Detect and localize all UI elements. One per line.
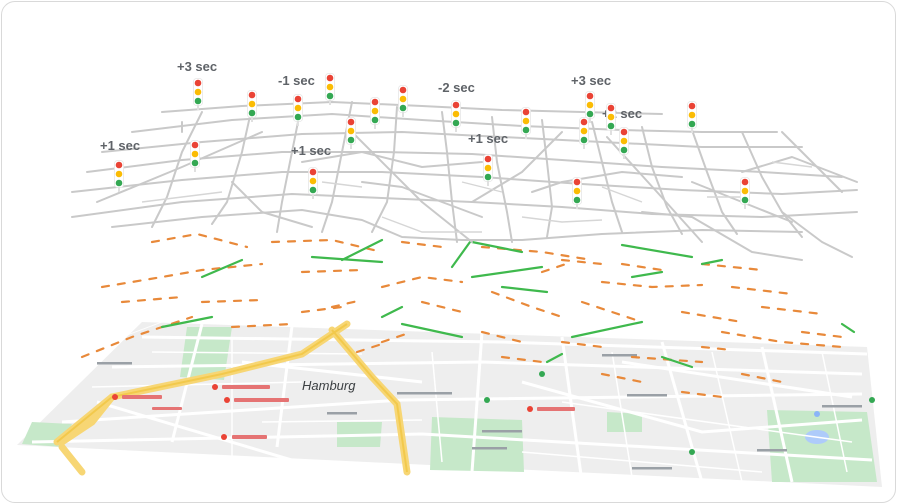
yellow-light [347,127,355,135]
yellow-light [371,107,379,115]
city-label: Hamburg [302,378,356,393]
red-light [191,141,199,149]
red-light [607,104,615,112]
yellow-light [522,117,530,125]
traffic-light-icon [572,177,582,209]
green-light [586,110,594,118]
green-light [347,136,355,144]
red-light [194,79,202,87]
yellow-light [115,170,123,178]
red-light [688,102,696,110]
traffic-light-icon [740,177,750,209]
red-light [586,92,594,100]
timing-label: +1 sec [100,138,140,153]
green-light [309,186,317,194]
red-light [326,74,334,82]
traffic-light-icon [346,117,356,149]
yellow-light [586,101,594,109]
traffic-light-icon [483,154,493,186]
yellow-light [399,95,407,103]
green-light [326,92,334,100]
timing-label: -2 sec [438,80,475,95]
yellow-light [294,104,302,112]
traffic-light-icon [247,90,257,122]
red-light [580,118,588,126]
timing-label: +3 sec [571,73,611,88]
yellow-light [309,177,317,185]
green-light [294,113,302,121]
traffic-light-icon [398,85,408,117]
red-light [294,95,302,103]
yellow-light [620,137,628,145]
red-light [371,98,379,106]
yellow-light [688,111,696,119]
yellow-light [484,164,492,172]
red-light [522,108,530,116]
traffic-light-icon [579,117,589,149]
yellow-light [573,187,581,195]
traffic-light-icon [451,100,461,132]
traffic-light-icon [190,140,200,172]
red-light [248,91,256,99]
green-light [580,136,588,144]
red-light [452,101,460,109]
traffic-light-icon [325,73,335,105]
yellow-light [326,83,334,91]
park-area [430,417,524,472]
traffic-light-icon [521,107,531,139]
green-light [688,120,696,128]
red-light [347,118,355,126]
yellow-light [607,113,615,121]
traffic-light-icon [308,167,318,199]
red-light [484,155,492,163]
green-light [115,179,123,187]
traffic-light-icon [370,97,380,129]
timing-label: -1 sec [278,73,315,88]
green-light [248,109,256,117]
red-light [309,168,317,176]
yellow-light [191,150,199,158]
traffic-light-icon [193,78,203,110]
green-light [399,104,407,112]
traffic-light-icon [114,160,124,192]
green-light [573,196,581,204]
red-light [741,178,749,186]
traffic-light-icon [619,127,629,159]
base-map-layer: Hamburg [17,320,882,487]
green-light [371,116,379,124]
green-light [484,173,492,181]
yellow-light [452,110,460,118]
green-light [607,122,615,130]
traffic-light-icon [606,103,616,135]
layered-map-diagram: Hamburg +3 sec -1 sec -2 sec +3 sec +2 s… [17,59,882,487]
green-light [452,119,460,127]
yellow-light [741,187,749,195]
red-light [620,128,628,136]
green-light [620,146,628,154]
timing-label: +3 sec [177,59,217,74]
yellow-light [580,127,588,135]
red-light [399,86,407,94]
green-light [522,126,530,134]
figure-frame: Hamburg +3 sec -1 sec -2 sec +3 sec +2 s… [1,1,896,503]
timing-label: +1 sec [291,143,331,158]
yellow-light [194,88,202,96]
timing-label: +1 sec [468,131,508,146]
red-light [573,178,581,186]
red-light [115,161,123,169]
traffic-light-icon [293,94,303,126]
green-light [194,97,202,105]
green-light [741,196,749,204]
yellow-light [248,100,256,108]
green-light [191,159,199,167]
traffic-light-icon [687,101,697,133]
